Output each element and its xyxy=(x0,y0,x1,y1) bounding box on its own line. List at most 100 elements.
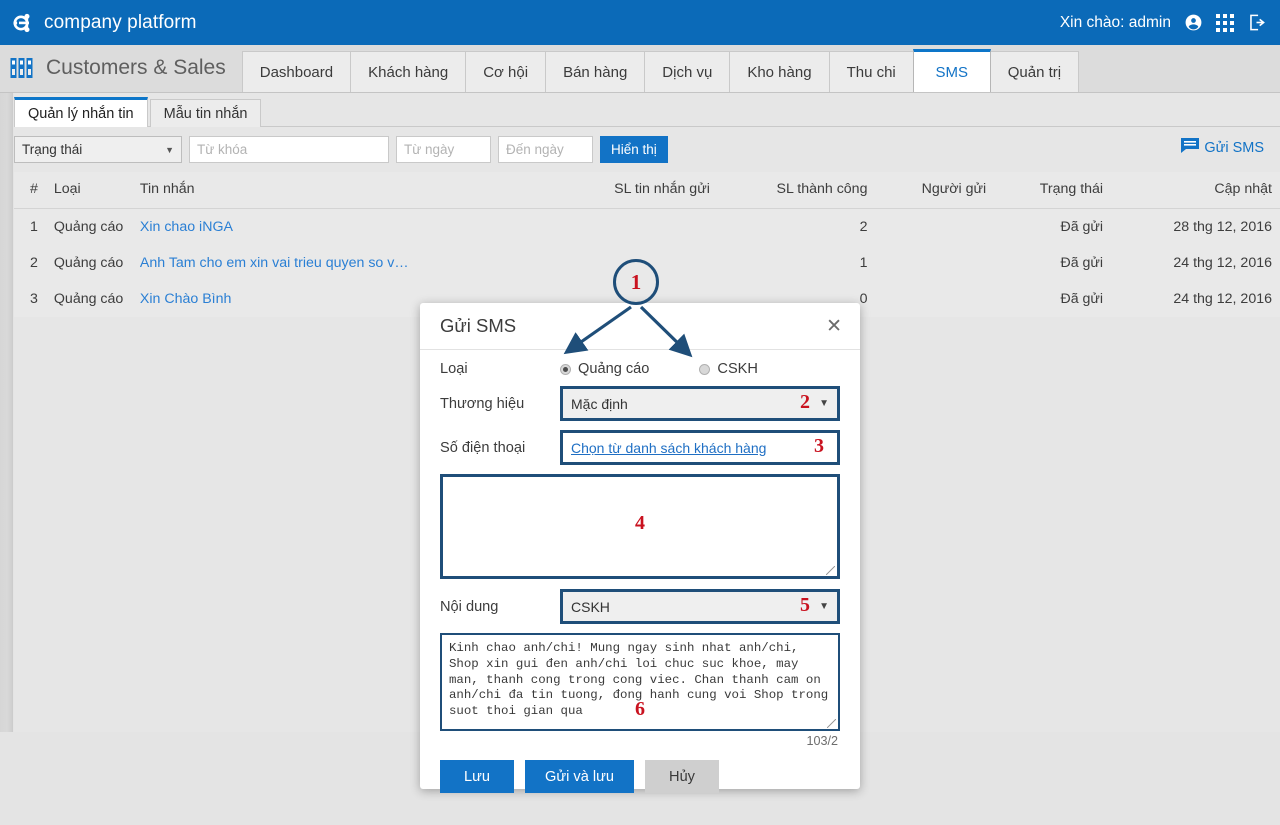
show-button[interactable]: Hiển thị xyxy=(600,136,668,163)
modal-footer: Lưu Gửi và lưu Hủy xyxy=(420,748,860,793)
to-date-input[interactable]: Đến ngày xyxy=(498,136,593,163)
left-gutter xyxy=(0,93,13,732)
save-button[interactable]: Lưu xyxy=(440,760,514,793)
message-link[interactable]: Anh Tam cho em xin vai trieu quyen so ve… xyxy=(140,255,410,271)
sub-tab-1[interactable]: Mẫu tin nhắn xyxy=(149,99,262,127)
character-counter: 103/2 xyxy=(806,734,838,748)
brand-select[interactable]: Mặc định ▼ xyxy=(563,389,837,418)
main-tab-khách-hàng[interactable]: Khách hàng xyxy=(350,51,467,92)
modal-body: Loại Quảng cáo CSKH Thương hiệu Mặc định… xyxy=(420,350,860,748)
column-header-5: Người gửi xyxy=(875,172,995,209)
logout-icon[interactable] xyxy=(1247,13,1266,32)
radio-cskh[interactable] xyxy=(699,363,711,375)
module-title: Customers & Sales xyxy=(0,44,242,92)
table-row[interactable]: 1 Quảng cáo Xin chao iNGA 2 Đã gửi 28 thg 12,… xyxy=(14,208,1280,245)
cell-trang_thai: Đã gửi xyxy=(994,281,1112,317)
message-textarea[interactable]: Kinh chao anh/chi! Mung ngay sinh nhat a… xyxy=(440,633,840,731)
cell-tin_nhan[interactable]: Anh Tam cho em xin vai trieu quyen so ve… xyxy=(131,245,554,281)
brand-select-value: Mặc định xyxy=(571,395,628,412)
message-icon xyxy=(1181,138,1200,157)
phone-picker[interactable]: Chọn từ danh sách khách hàng xyxy=(563,433,837,462)
message-link[interactable]: Xin Chào Bình xyxy=(140,291,232,307)
field-row-thuong-hieu: Thương hiệu Mặc định ▼ 2 xyxy=(440,386,840,421)
cell-cap_nhat: 24 thg 12, 2016 xyxy=(1111,245,1280,281)
cell-sl_thanh_cong: 1 xyxy=(717,245,876,281)
message-field-wrap: Kinh chao anh/chi! Mung ngay sinh nhat a… xyxy=(440,633,840,731)
cell-tin_nhan[interactable]: Xin chao iNGA xyxy=(131,208,554,245)
cancel-button[interactable]: Hủy xyxy=(645,760,720,793)
main-tab-bán-hàng[interactable]: Bán hàng xyxy=(545,51,646,92)
cell-loai: Quảng cáo xyxy=(45,208,132,245)
column-header-4: SL thành công xyxy=(717,172,876,209)
cell-trang_thai: Đã gửi xyxy=(994,208,1112,245)
cell-num: 2 xyxy=(14,245,46,281)
recipients-highlight xyxy=(440,474,840,579)
cell-loai: Quảng cáo xyxy=(45,281,132,317)
brand: company platform xyxy=(12,8,197,38)
cell-sl_gui xyxy=(553,208,718,245)
cell-cap_nhat: 28 thg 12, 2016 xyxy=(1111,208,1280,245)
send-sms-link[interactable]: Gửi SMS xyxy=(1181,138,1264,157)
brand-select-highlight: Mặc định ▼ xyxy=(560,386,840,421)
main-tabs: Dashboard Khách hàng Cơ hội Bán hàng Dịch vụ… xyxy=(241,49,1080,92)
status-select-value: Trạng thái xyxy=(22,142,83,157)
modules-grid-icon xyxy=(10,57,34,79)
main-tab-thu-chi[interactable]: Thu chi xyxy=(828,51,914,92)
main-tab-sms[interactable]: SMS xyxy=(912,49,991,92)
main-tab-dịch-vụ[interactable]: Dịch vụ xyxy=(644,51,731,92)
status-select[interactable]: Trạng thái ▼ xyxy=(14,136,182,163)
app-header: company platform Xin chào: admin xyxy=(0,0,1280,45)
chevron-down-icon: ▼ xyxy=(819,601,829,612)
column-header-3: SL tin nhắn gửi xyxy=(553,172,718,209)
main-tab-quản-trị[interactable]: Quản trị xyxy=(989,51,1080,92)
column-header-0: # xyxy=(14,172,46,209)
from-date-input[interactable]: Từ ngày xyxy=(396,136,491,163)
choose-from-customer-list-link[interactable]: Chọn từ danh sách khách hàng xyxy=(571,440,766,456)
send-sms-label: Gửi SMS xyxy=(1204,139,1264,156)
main-tab-dashboard[interactable]: Dashboard xyxy=(241,51,352,92)
cell-nguoi_gui xyxy=(875,208,995,245)
chevron-down-icon: ▼ xyxy=(819,398,829,409)
send-sms-modal: Gửi SMS ✕ Loại Quảng cáo CSKH Thương hiệ… xyxy=(420,303,860,793)
label-thuong-hieu: Thương hiệu xyxy=(440,395,525,412)
cell-cap_nhat: 24 thg 12, 2016 xyxy=(1111,281,1280,317)
template-select[interactable]: CSKH ▼ xyxy=(563,592,837,621)
field-row-so-dien-thoai: Số điện thoại Chọn từ danh sách khách hà… xyxy=(440,430,840,465)
cell-num: 1 xyxy=(14,208,46,245)
send-and-save-button[interactable]: Gửi và lưu xyxy=(525,760,635,793)
sub-tab-0[interactable]: Quản lý nhắn tin xyxy=(14,97,148,127)
label-noi-dung: Nội dung xyxy=(440,598,499,615)
cell-sl_thanh_cong: 2 xyxy=(717,208,876,245)
radio-quang-cao[interactable] xyxy=(560,363,571,375)
resize-grip-icon[interactable] xyxy=(827,719,836,728)
from-date-placeholder: Từ ngày xyxy=(404,142,455,157)
template-select-highlight: CSKH ▼ xyxy=(560,589,840,624)
annotation-1-circle: 1 xyxy=(613,259,659,305)
label-so-dien-thoai: Số điện thoại xyxy=(440,439,526,456)
main-tab-cơ-hội[interactable]: Cơ hội xyxy=(465,51,547,92)
cell-nguoi_gui xyxy=(875,281,995,317)
cell-trang_thai: Đã gửi xyxy=(994,245,1112,281)
table-header-row: # Loại Tin nhắn SL tin nhắn gửi SL thành côn… xyxy=(14,172,1280,209)
radio-cskh-label: CSKH xyxy=(717,361,758,377)
keyword-placeholder: Từ khóa xyxy=(197,142,248,157)
main-tab-bar: Customers & Sales Dashboard Khách hàng Cơ … xyxy=(0,45,1280,93)
resize-grip-icon[interactable] xyxy=(826,566,835,575)
close-icon[interactable]: ✕ xyxy=(826,317,842,336)
company-logo-icon xyxy=(12,8,42,38)
filter-bar: Trạng thái ▼ Từ khóa Từ ngày Đến ngày Hi… xyxy=(14,127,1280,172)
phone-picker-highlight: Chọn từ danh sách khách hàng xyxy=(560,430,840,465)
account-circle-icon[interactable] xyxy=(1184,13,1203,32)
annotation-1-number: 1 xyxy=(630,269,642,294)
modal-header: Gửi SMS ✕ xyxy=(420,303,860,350)
apps-grid-icon[interactable] xyxy=(1216,13,1234,32)
message-link[interactable]: Xin chao iNGA xyxy=(140,219,233,235)
column-header-6: Trạng thái xyxy=(994,172,1112,209)
main-tab-kho-hàng[interactable]: Kho hàng xyxy=(729,51,830,92)
chevron-down-icon: ▼ xyxy=(165,144,174,155)
keyword-input[interactable]: Từ khóa xyxy=(189,136,389,163)
type-radio-group: Quảng cáo CSKH xyxy=(560,361,840,377)
field-row-loai: Loại Quảng cáo CSKH xyxy=(440,361,840,377)
recipients-textarea[interactable] xyxy=(443,477,837,576)
column-header-2: Tin nhắn xyxy=(131,172,554,209)
